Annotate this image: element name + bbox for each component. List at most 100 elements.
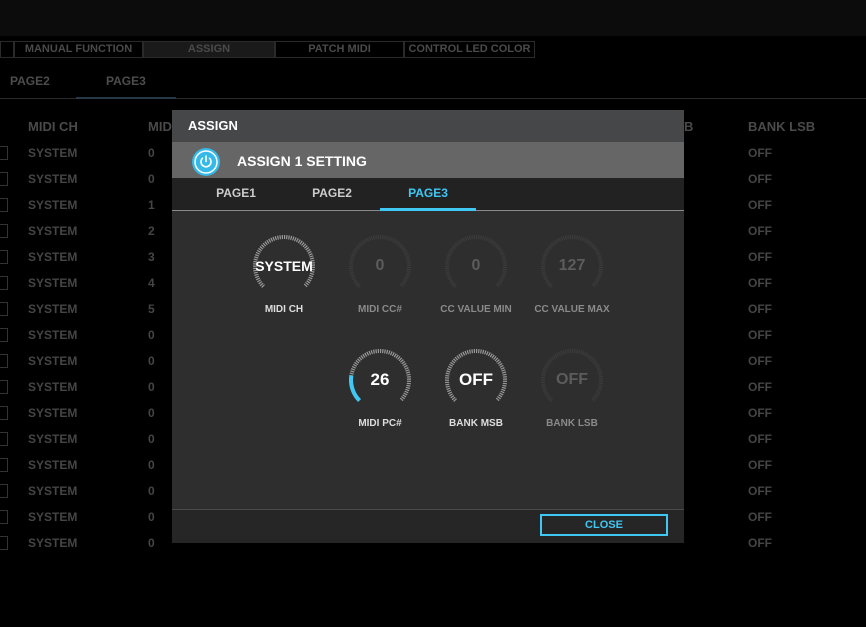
row-midi-cc: 4 bbox=[148, 276, 155, 290]
row-bank-lsb: OFF bbox=[748, 536, 772, 550]
column-header-midi-ch: MIDI CH bbox=[28, 119, 78, 134]
knob-bank-msb[interactable]: OFF bbox=[444, 348, 508, 412]
tab-control-led-color[interactable]: CONTROL LED COLOR bbox=[404, 41, 535, 58]
knob-value: 26 bbox=[370, 370, 390, 389]
tab-overflow[interactable] bbox=[0, 41, 14, 58]
row-bank-lsb: OFF bbox=[748, 172, 772, 186]
row-bank-lsb: OFF bbox=[748, 484, 772, 498]
row-select-box[interactable] bbox=[0, 510, 8, 524]
row-midi-cc: 5 bbox=[148, 302, 155, 316]
row-midi-ch: SYSTEM bbox=[28, 406, 78, 420]
row-select-box[interactable] bbox=[0, 302, 8, 316]
row-midi-ch: SYSTEM bbox=[28, 198, 78, 212]
row-select-box[interactable] bbox=[0, 146, 8, 160]
knob-label: CC VALUE MAX bbox=[534, 304, 610, 315]
row-midi-cc: 0 bbox=[148, 328, 155, 342]
row-midi-cc: 0 bbox=[148, 510, 155, 524]
tab-page2[interactable]: PAGE2 bbox=[10, 74, 50, 88]
row-midi-ch: SYSTEM bbox=[28, 536, 78, 550]
row-bank-lsb: OFF bbox=[748, 198, 772, 212]
knob-value: SYSTEM bbox=[255, 258, 313, 274]
main-tabs: MANUAL FUNCTION ASSIGN PATCH MIDI CONTRO… bbox=[0, 41, 535, 58]
row-midi-cc: 0 bbox=[148, 172, 155, 186]
knob-value: OFF bbox=[556, 371, 588, 388]
knob-value: OFF bbox=[459, 370, 493, 389]
row-midi-cc: 3 bbox=[148, 250, 155, 264]
column-header-bank-lsb: BANK LSB bbox=[748, 119, 816, 134]
row-select-box[interactable] bbox=[0, 536, 8, 550]
dialog-subheader: ASSIGN 1 SETTING bbox=[172, 142, 684, 178]
row-bank-lsb: OFF bbox=[748, 250, 772, 264]
row-bank-lsb: OFF bbox=[748, 328, 772, 342]
row-select-box[interactable] bbox=[0, 250, 8, 264]
power-icon[interactable] bbox=[192, 148, 220, 176]
page-tabs: PAGE2 PAGE3 bbox=[0, 66, 866, 99]
close-button[interactable]: CLOSE bbox=[540, 514, 668, 536]
knob-value: 127 bbox=[558, 257, 586, 274]
row-bank-lsb: OFF bbox=[748, 146, 772, 160]
row-select-box[interactable] bbox=[0, 458, 8, 472]
row-midi-cc: 0 bbox=[148, 432, 155, 446]
row-select-box[interactable] bbox=[0, 406, 8, 420]
dialog-subtitle: ASSIGN 1 SETTING bbox=[237, 153, 367, 169]
dialog-tab-page3[interactable]: PAGE3 bbox=[380, 178, 476, 211]
row-midi-cc: 0 bbox=[148, 380, 155, 394]
knob-value: 0 bbox=[471, 257, 481, 274]
row-midi-ch: SYSTEM bbox=[28, 172, 78, 186]
row-midi-ch: SYSTEM bbox=[28, 458, 78, 472]
row-bank-lsb: OFF bbox=[748, 432, 772, 446]
row-midi-ch: SYSTEM bbox=[28, 328, 78, 342]
row-select-box[interactable] bbox=[0, 484, 8, 498]
tab-assign[interactable]: ASSIGN bbox=[143, 41, 275, 58]
row-midi-cc: 2 bbox=[148, 224, 155, 238]
row-midi-ch: SYSTEM bbox=[28, 484, 78, 498]
app-top-bar bbox=[0, 0, 866, 36]
row-midi-ch: SYSTEM bbox=[28, 510, 78, 524]
row-bank-lsb: OFF bbox=[748, 302, 772, 316]
knob-label: BANK LSB bbox=[546, 418, 598, 429]
row-midi-cc: 0 bbox=[148, 354, 155, 368]
row-bank-lsb: OFF bbox=[748, 224, 772, 238]
row-select-box[interactable] bbox=[0, 432, 8, 446]
knob-midi-ch[interactable]: SYSTEM bbox=[252, 234, 316, 298]
row-midi-ch: SYSTEM bbox=[28, 146, 78, 160]
dialog-tab-page1[interactable]: PAGE1 bbox=[188, 178, 284, 210]
tab-patch-midi[interactable]: PATCH MIDI bbox=[275, 41, 404, 58]
row-select-box[interactable] bbox=[0, 380, 8, 394]
knob-bank-lsb: OFF bbox=[540, 348, 604, 412]
row-midi-cc: 1 bbox=[148, 198, 155, 212]
row-midi-ch: SYSTEM bbox=[28, 380, 78, 394]
row-select-box[interactable] bbox=[0, 328, 8, 342]
row-midi-ch: SYSTEM bbox=[28, 432, 78, 446]
knob-midi-pc[interactable]: 26 bbox=[348, 348, 412, 412]
row-midi-ch: SYSTEM bbox=[28, 302, 78, 316]
row-select-box[interactable] bbox=[0, 354, 8, 368]
dialog-tab-page2[interactable]: PAGE2 bbox=[284, 178, 380, 210]
knob-midi-cc: 0 bbox=[348, 234, 412, 298]
column-header-partial: B bbox=[684, 119, 694, 134]
row-midi-cc: 0 bbox=[148, 146, 155, 160]
row-bank-lsb: OFF bbox=[748, 406, 772, 420]
row-midi-cc: 0 bbox=[148, 536, 155, 550]
row-midi-cc: 0 bbox=[148, 458, 155, 472]
row-midi-ch: SYSTEM bbox=[28, 250, 78, 264]
row-bank-lsb: OFF bbox=[748, 380, 772, 394]
dialog-footer: CLOSE bbox=[172, 509, 684, 543]
row-select-box[interactable] bbox=[0, 224, 8, 238]
row-bank-lsb: OFF bbox=[748, 458, 772, 472]
row-midi-ch: SYSTEM bbox=[28, 224, 78, 238]
row-select-box[interactable] bbox=[0, 198, 8, 212]
tab-manual-function[interactable]: MANUAL FUNCTION bbox=[14, 41, 143, 58]
row-select-box[interactable] bbox=[0, 276, 8, 290]
row-bank-lsb: OFF bbox=[748, 276, 772, 290]
tab-page3[interactable]: PAGE3 bbox=[76, 74, 176, 99]
row-bank-lsb: OFF bbox=[748, 510, 772, 524]
knob-value: 0 bbox=[375, 257, 385, 274]
row-midi-ch: SYSTEM bbox=[28, 354, 78, 368]
row-midi-cc: 0 bbox=[148, 484, 155, 498]
row-bank-lsb: OFF bbox=[748, 354, 772, 368]
row-midi-cc: 0 bbox=[148, 406, 155, 420]
knob-cc-value-min: 0 bbox=[444, 234, 508, 298]
dialog-title: ASSIGN bbox=[172, 110, 684, 142]
row-select-box[interactable] bbox=[0, 172, 8, 186]
